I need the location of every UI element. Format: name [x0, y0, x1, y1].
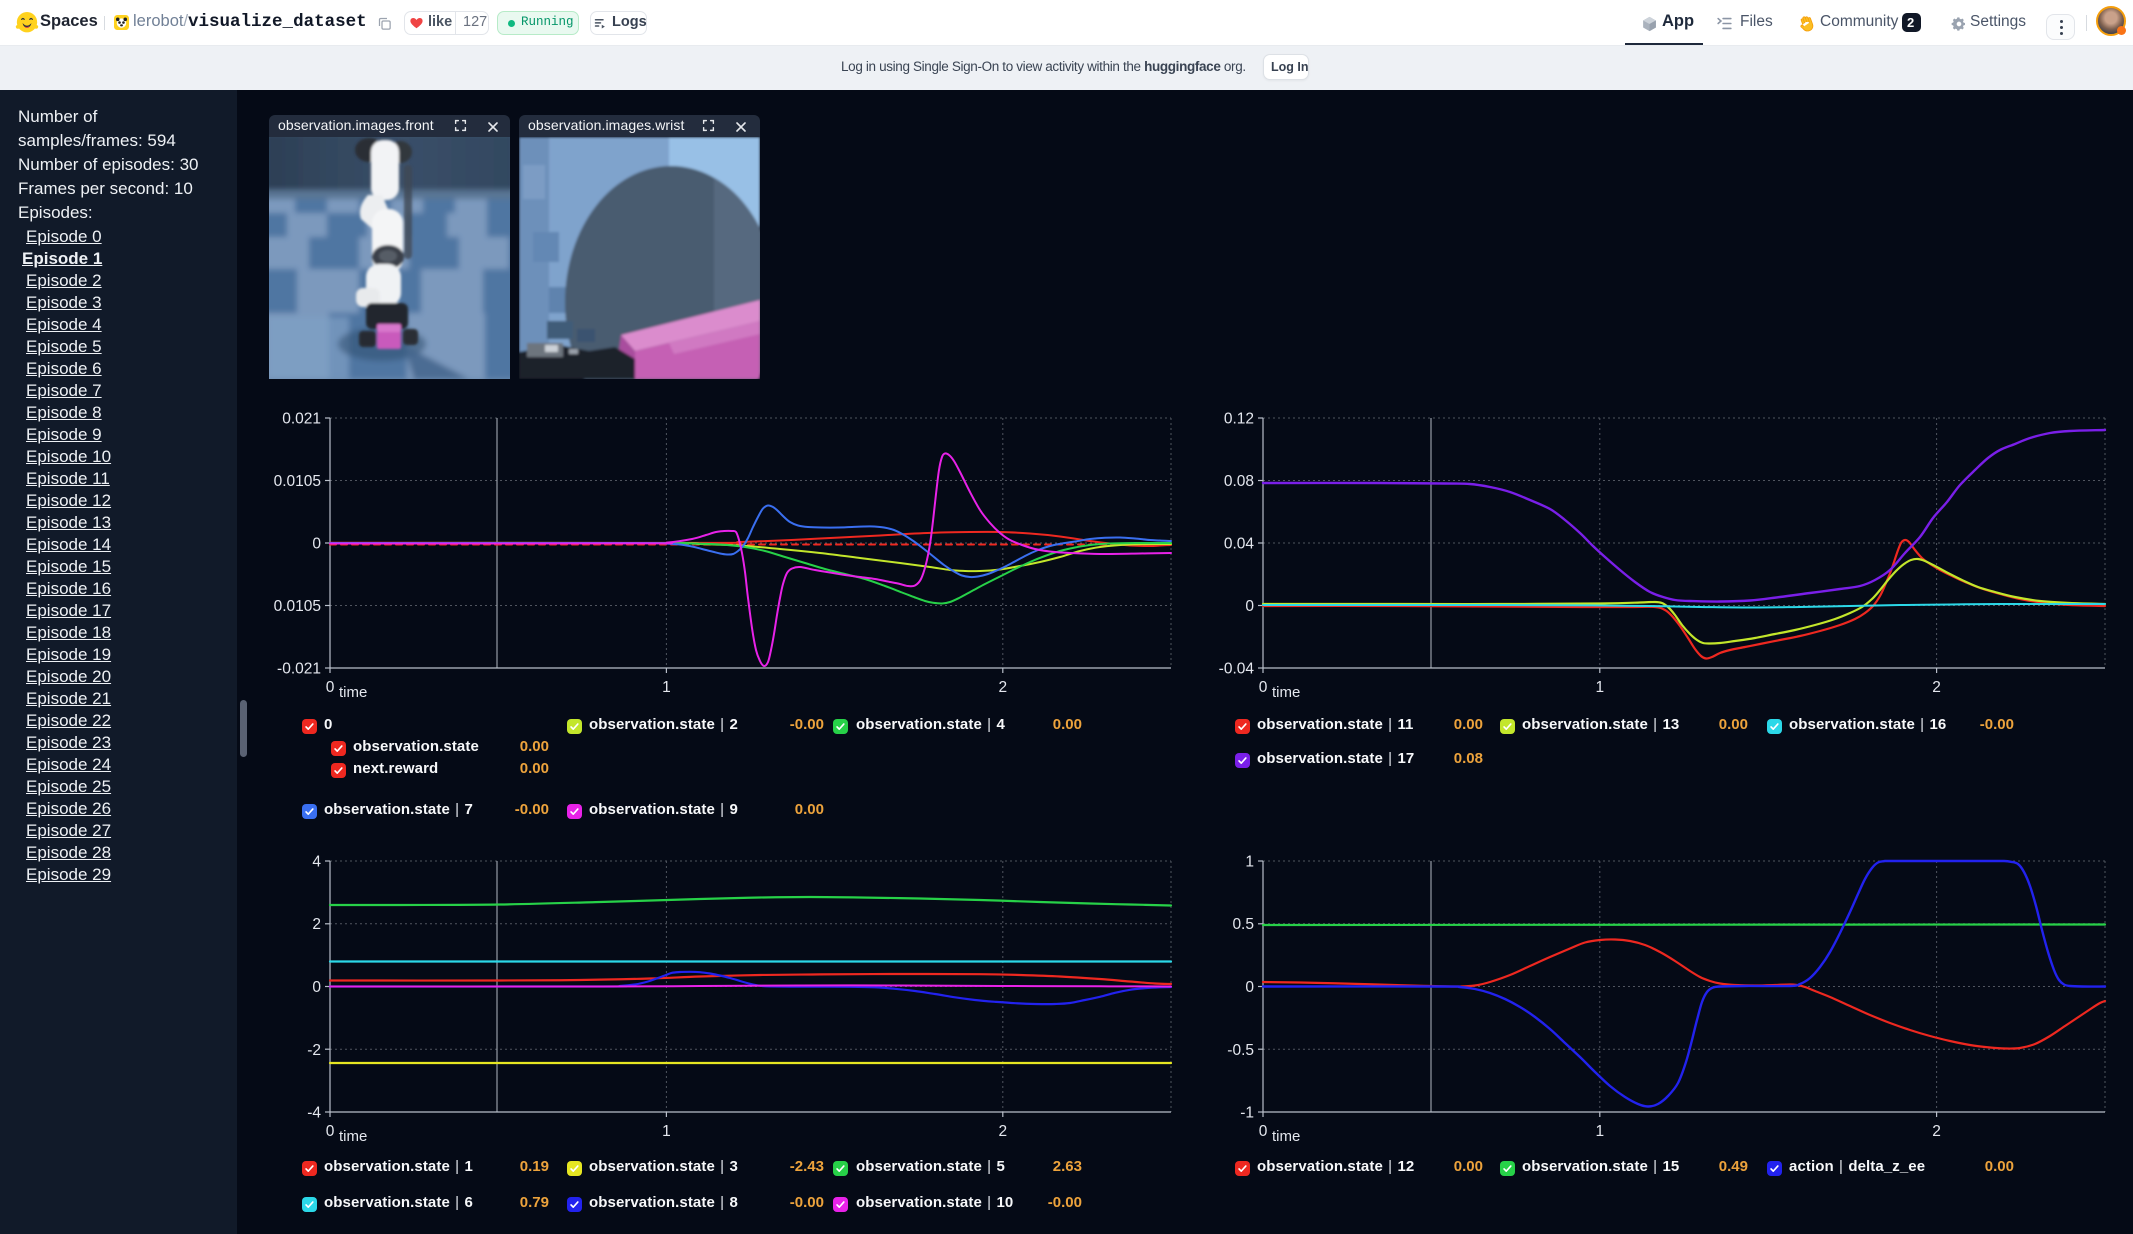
- svg-text:0: 0: [312, 536, 321, 553]
- svg-text:-0.021: -0.021: [277, 661, 321, 678]
- svg-text:time: time: [1272, 1128, 1300, 1145]
- svg-text:time: time: [339, 1128, 367, 1145]
- svg-text:0: 0: [1245, 598, 1254, 615]
- svg-text:1: 1: [662, 1123, 671, 1140]
- svg-text:0: 0: [1259, 679, 1268, 696]
- svg-text:0.0105: 0.0105: [274, 473, 321, 490]
- svg-text:-4: -4: [307, 1105, 321, 1122]
- svg-text:2: 2: [1932, 1123, 1941, 1140]
- svg-text:0: 0: [326, 679, 335, 696]
- svg-text:0: 0: [1245, 979, 1254, 996]
- svg-text:0.12: 0.12: [1224, 411, 1254, 428]
- svg-text:0: 0: [312, 979, 321, 996]
- svg-text:0.0105: 0.0105: [274, 598, 321, 615]
- svg-text:2: 2: [312, 916, 321, 933]
- svg-text:4: 4: [312, 854, 321, 871]
- svg-text:2: 2: [998, 1123, 1007, 1140]
- svg-text:0.5: 0.5: [1232, 916, 1254, 933]
- svg-text:0: 0: [326, 1123, 335, 1140]
- svg-text:0: 0: [1259, 1123, 1268, 1140]
- svg-text:1: 1: [1595, 1123, 1604, 1140]
- svg-text:time: time: [339, 684, 367, 701]
- svg-text:time: time: [1272, 684, 1300, 701]
- svg-text:-2: -2: [307, 1042, 321, 1059]
- svg-text:-1: -1: [1240, 1105, 1254, 1122]
- svg-text:1: 1: [1245, 854, 1254, 871]
- svg-text:2: 2: [998, 679, 1007, 696]
- svg-text:2: 2: [1932, 679, 1941, 696]
- svg-text:0.021: 0.021: [282, 411, 321, 428]
- svg-text:1: 1: [1595, 679, 1604, 696]
- svg-text:-0.04: -0.04: [1219, 661, 1255, 678]
- svg-text:1: 1: [662, 679, 671, 696]
- svg-text:0.04: 0.04: [1224, 536, 1255, 553]
- svg-text:-0.5: -0.5: [1227, 1042, 1254, 1059]
- svg-text:0.08: 0.08: [1224, 473, 1254, 490]
